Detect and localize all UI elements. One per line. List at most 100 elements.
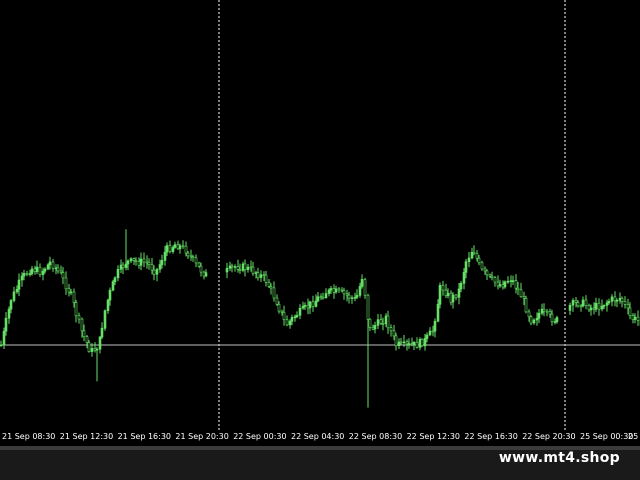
candle-body <box>477 257 481 264</box>
candle-body <box>267 281 271 287</box>
price-chart[interactable] <box>0 0 640 430</box>
candle-body <box>152 269 156 275</box>
candle-body <box>514 280 518 289</box>
candle-body <box>589 307 593 311</box>
candle-body <box>462 272 466 284</box>
candle-body <box>425 334 429 339</box>
candle-body <box>402 341 406 344</box>
candle-body <box>171 247 175 252</box>
candle-body <box>150 264 154 271</box>
candle-body <box>467 257 471 263</box>
candle-body <box>20 275 24 281</box>
candle-body <box>368 318 372 328</box>
candle-body <box>155 268 159 275</box>
candle-body <box>581 299 585 307</box>
candle-body <box>249 266 253 269</box>
candle-body <box>113 277 117 282</box>
candle-body <box>77 315 81 320</box>
candle-body <box>69 291 73 294</box>
candle-body <box>236 266 240 270</box>
time-axis-label: 22 Sep 08:30 <box>348 432 403 441</box>
candle-body <box>87 342 91 352</box>
candle-body <box>12 291 16 301</box>
candle-body <box>308 301 312 309</box>
candle-body <box>386 315 390 329</box>
candle-body <box>438 285 442 305</box>
candle-body <box>98 336 102 350</box>
candle-body <box>379 319 383 324</box>
candle-body <box>272 287 276 299</box>
time-axis-label: 22 Sep 00:30 <box>233 432 287 441</box>
candle-body <box>126 260 130 265</box>
time-axis-label: 21 Sep 12:30 <box>59 432 114 441</box>
candle-body <box>358 286 362 296</box>
candle-body <box>111 281 115 291</box>
candle-body <box>17 279 21 290</box>
candle-body <box>132 258 136 261</box>
candle-body <box>194 257 198 264</box>
candle-body <box>329 288 333 291</box>
candle-body <box>480 262 484 270</box>
candle-body <box>498 284 502 287</box>
candle-body <box>197 262 201 267</box>
candle-body <box>48 261 52 266</box>
candle-body <box>420 338 424 347</box>
candle-body <box>594 302 598 310</box>
candle-body <box>46 264 50 270</box>
candle-body <box>165 245 169 253</box>
candle-body <box>584 299 588 306</box>
candle-body <box>41 270 45 275</box>
candle-body <box>633 316 637 321</box>
candle-body <box>522 296 526 299</box>
candle-body <box>230 265 234 268</box>
candle-body <box>298 307 302 316</box>
candle-body <box>415 341 419 348</box>
candle-body <box>597 302 601 310</box>
candle-body <box>446 292 450 296</box>
candle-body <box>38 266 42 276</box>
candle-body <box>636 316 640 321</box>
candle-body <box>259 274 263 278</box>
candle-body <box>137 261 141 266</box>
candle-body <box>542 308 546 312</box>
candle-body <box>327 289 331 294</box>
candle-body <box>316 296 320 302</box>
candle-body <box>436 303 440 322</box>
candle-body <box>350 297 354 300</box>
candle-body <box>451 294 455 303</box>
candle-body <box>186 252 190 257</box>
candle-body <box>74 302 78 317</box>
candle-body <box>407 343 411 345</box>
candle-body <box>610 296 614 302</box>
candle-body <box>103 310 107 329</box>
candle-body <box>228 265 232 269</box>
candle-body <box>173 244 177 248</box>
candle-body <box>428 330 432 336</box>
candle-body <box>93 348 97 351</box>
candle-body <box>503 281 507 288</box>
candle-body <box>376 319 380 326</box>
candle-body <box>233 266 237 268</box>
candle-body <box>433 320 437 332</box>
candle-body <box>574 300 578 303</box>
candle-body <box>295 314 299 317</box>
candle-body <box>269 286 273 289</box>
candle-body <box>537 312 541 319</box>
candlestick-svg[interactable] <box>0 0 640 430</box>
candle-body <box>124 263 128 268</box>
candle-body <box>4 317 8 332</box>
candle-body <box>532 319 536 324</box>
candle-body <box>80 318 84 332</box>
candle-body <box>95 348 99 351</box>
candle-body <box>511 280 515 282</box>
candle-body <box>516 287 520 291</box>
candle-body <box>506 280 510 283</box>
candle-body <box>485 270 489 276</box>
candle-body <box>615 299 619 302</box>
candle-body <box>360 279 364 287</box>
candle-body <box>623 300 627 305</box>
candle-body <box>282 312 286 320</box>
bottom-band: www.mt4.shop <box>0 446 640 480</box>
candle-body <box>199 265 203 273</box>
candle-body <box>490 275 494 278</box>
